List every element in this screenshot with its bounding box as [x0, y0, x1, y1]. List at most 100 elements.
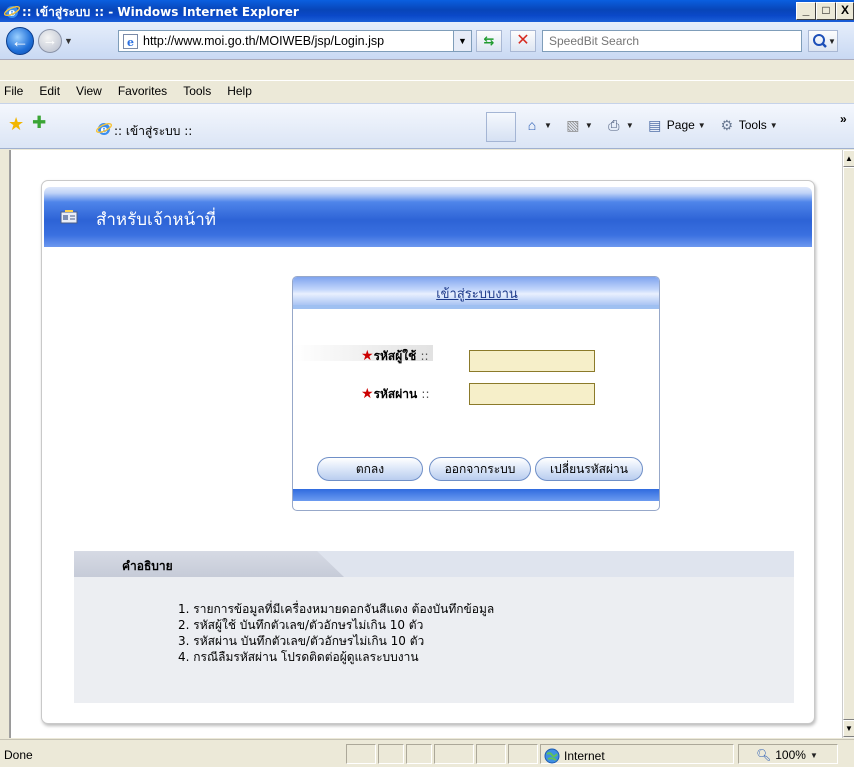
username-input[interactable]	[470, 351, 594, 371]
tools-menu[interactable]: ⚙ Tools ▼	[715, 116, 781, 134]
zoom-control[interactable]: 🔍︎ 100% ▼	[756, 748, 818, 762]
ie-logo-icon: e	[4, 5, 20, 19]
officer-panel: สำหรับเจ้าหน้าที่ เข้าสู่ระบบงาน ★รหัสผู…	[41, 180, 815, 724]
description-panel: คำอธิบาย 1. รายการข้อมูลที่มีเครื่องหมาย…	[74, 551, 794, 703]
status-segment	[346, 744, 376, 764]
description-tab: คำอธิบาย	[74, 551, 344, 577]
feeds-button[interactable]: ▧ ▼	[561, 116, 596, 134]
status-text: Done	[4, 748, 33, 762]
password-field[interactable]	[469, 383, 595, 405]
login-box: เข้าสู่ระบบงาน ★รหัสผู้ใช้ :: ★รหัสผ่าน …	[292, 276, 660, 511]
scroll-up-button[interactable]: ▲	[843, 150, 854, 167]
security-zone[interactable]: Internet	[544, 748, 605, 764]
page-ie-icon: e	[123, 34, 138, 49]
password-input[interactable]	[470, 384, 594, 404]
username-label: ★รหัสผู้ใช้ ::	[361, 348, 429, 364]
status-segment	[476, 744, 506, 764]
favorites-bar: ★ ✚ e :: เข้าสู่ระบบ :: ⌂ ▼ ▧ ▼ ⎙ ▼ ▤ Page ▼	[0, 103, 854, 149]
required-star-icon: ★	[361, 386, 374, 402]
favorites-star-icon[interactable]: ★	[8, 114, 24, 135]
list-item: 3. รหัสผ่าน บันทึกตัวเลข/ตัวอักษรไม่เกิน…	[178, 634, 425, 648]
change-password-button[interactable]: เปลี่ยนรหัสผ่าน	[535, 457, 643, 481]
page-menu[interactable]: ▤ Page ▼	[643, 116, 709, 134]
home-icon: ⌂	[527, 117, 537, 133]
address-toolbar: ← → ▼ e http://www.moi.go.th/MOIWEB/jsp/…	[0, 22, 854, 60]
feeds-icon: ▧	[566, 117, 580, 133]
scroll-thumb[interactable]	[843, 167, 854, 720]
status-bar: Done Internet 🔍︎ 100% ▼	[0, 739, 854, 767]
svg-text:▼: ▼	[828, 37, 836, 46]
login-title: เข้าสู่ระบบงาน	[436, 287, 518, 302]
username-field[interactable]	[469, 350, 595, 372]
search-input[interactable]	[543, 31, 801, 51]
back-button[interactable]: ←	[6, 27, 34, 55]
window-title: :: เข้าสู่ระบบ :: - Windows Internet Exp…	[22, 5, 299, 19]
add-favorite-icon[interactable]: ✚	[32, 113, 46, 133]
tab-label: :: เข้าสู่ระบบ ::	[114, 124, 193, 138]
description-title: คำอธิบาย	[122, 559, 173, 573]
officer-card-icon	[60, 210, 78, 224]
svg-text:e: e	[127, 36, 134, 49]
refresh-button[interactable]: ⇆	[476, 30, 502, 52]
stop-button[interactable]: ✕	[510, 30, 536, 52]
status-segment	[406, 744, 432, 764]
home-button[interactable]: ⌂ ▼	[520, 116, 555, 134]
list-item: 2. รหัสผู้ใช้ บันทึกตัวเลข/ตัวอักษรไม่เก…	[178, 618, 424, 632]
maximize-button[interactable]: □	[816, 2, 836, 20]
zone-label: Internet	[564, 749, 605, 763]
minimize-button[interactable]: _	[796, 2, 816, 20]
password-label: ★รหัสผ่าน ::	[361, 386, 430, 402]
refresh-icon: ⇆	[483, 33, 495, 48]
print-button[interactable]: ⎙ ▼	[602, 116, 637, 134]
status-segment	[508, 744, 538, 764]
back-arrow-icon: ←	[11, 31, 29, 51]
url-dropdown-icon[interactable]: ▼	[453, 31, 471, 51]
logout-button[interactable]: ออกจากระบบ	[429, 457, 531, 481]
forward-arrow-icon: →	[42, 32, 58, 49]
menu-favorites[interactable]: Favorites	[110, 81, 175, 103]
vertical-scrollbar[interactable]: ▲ ▼	[842, 150, 854, 738]
list-item: 1. รายการข้อมูลที่มีเครื่องหมายดอกจันสีแ…	[178, 602, 495, 616]
menu-file[interactable]: File	[0, 81, 31, 103]
history-dropdown-icon[interactable]: ▼	[64, 36, 73, 46]
left-frame	[0, 150, 10, 738]
tools-menu-label: Tools	[738, 118, 767, 132]
toolbar-overflow-chevron[interactable]: »	[840, 112, 847, 126]
menu-tools[interactable]: Tools	[175, 81, 219, 103]
stop-icon: ✕	[516, 32, 530, 49]
print-icon: ⎙	[608, 117, 620, 133]
search-icon: ▼	[813, 34, 836, 48]
zoom-level: 100%	[775, 748, 806, 762]
address-input[interactable]: e http://www.moi.go.th/MOIWEB/jsp/Login.…	[118, 30, 472, 52]
description-list: 1. รายการข้อมูลที่มีเครื่องหมายดอกจันสีแ…	[178, 601, 494, 665]
menu-help[interactable]: Help	[219, 81, 260, 103]
new-tab-button[interactable]	[486, 112, 516, 142]
ok-button[interactable]: ตกลง	[317, 457, 423, 481]
login-box-header: เข้าสู่ระบบงาน	[293, 277, 659, 305]
title-bar: e :: เข้าสู่ระบบ :: - Windows Internet E…	[0, 0, 854, 22]
command-bar: ⌂ ▼ ▧ ▼ ⎙ ▼ ▤ Page ▼ ⚙ Tools ▼	[520, 116, 781, 134]
scroll-down-button[interactable]: ▼	[843, 720, 854, 737]
required-star-icon: ★	[361, 348, 374, 364]
menu-view[interactable]: View	[68, 81, 110, 103]
menu-edit[interactable]: Edit	[31, 81, 68, 103]
login-box-band	[293, 305, 659, 309]
close-button[interactable]: X	[836, 2, 854, 20]
zoom-dropdown-icon: ▼	[809, 750, 818, 760]
internet-globe-icon	[544, 748, 560, 764]
panel-header: สำหรับเจ้าหน้าที่	[44, 187, 812, 247]
login-box-footer	[293, 489, 659, 501]
url-text: http://www.moi.go.th/MOIWEB/jsp/Login.js…	[143, 34, 385, 48]
gear-icon: ⚙	[720, 117, 733, 133]
tab-login[interactable]: e :: เข้าสู่ระบบ ::	[88, 111, 484, 145]
search-button[interactable]: ▼	[808, 30, 838, 52]
status-segment	[434, 744, 474, 764]
list-item: 4. กรณีลืมรหัสผ่าน โปรดติดต่อผู้ดูแลระบบ…	[178, 650, 419, 664]
page-viewport: สำหรับเจ้าหน้าที่ เข้าสู่ระบบงาน ★รหัสผู…	[10, 150, 842, 738]
forward-button[interactable]: →	[38, 29, 62, 53]
panel-title: สำหรับเจ้าหน้าที่	[96, 210, 216, 230]
search-box[interactable]	[542, 30, 802, 52]
status-segment	[378, 744, 404, 764]
page-menu-label: Page	[666, 118, 695, 132]
menu-bar: File Edit View Favorites Tools Help	[0, 81, 854, 103]
